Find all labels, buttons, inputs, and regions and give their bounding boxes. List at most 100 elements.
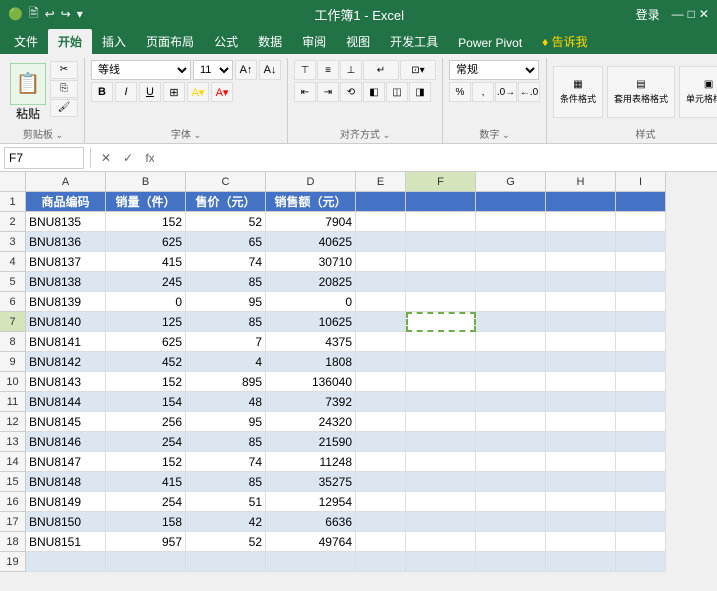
cell-r3-c0[interactable]: BNU8136 [26, 232, 106, 252]
cell-r15-c5[interactable] [406, 472, 476, 492]
cell-r7-c2[interactable]: 85 [186, 312, 266, 332]
cancel-icon[interactable]: ✕ [97, 149, 115, 167]
align-middle-button[interactable]: ≡ [317, 60, 339, 80]
merge-button[interactable]: ⊡▾ [400, 60, 436, 80]
cell-r8-c6[interactable] [476, 332, 546, 352]
tab-file[interactable]: 文件 [4, 29, 48, 54]
cell-r16-c5[interactable] [406, 492, 476, 512]
cell-r4-c8[interactable] [616, 252, 666, 272]
cell-r5-c3[interactable]: 20825 [266, 272, 356, 292]
cell-r4-c0[interactable]: BNU8137 [26, 252, 106, 272]
increase-font-button[interactable]: A↑ [235, 60, 257, 80]
cell-r15-c8[interactable] [616, 472, 666, 492]
cell-r7-c1[interactable]: 125 [106, 312, 186, 332]
tab-insert[interactable]: 插入 [92, 29, 136, 54]
col-header-E[interactable]: E [356, 172, 406, 192]
cell-r4-c1[interactable]: 415 [106, 252, 186, 272]
align-top-button[interactable]: ⊤ [294, 60, 316, 80]
cell-r10-c4[interactable] [356, 372, 406, 392]
cell-r1-c2[interactable]: 售价（元） [186, 192, 266, 212]
cell-r13-c8[interactable] [616, 432, 666, 452]
row-num-12[interactable]: 12 [0, 412, 26, 432]
indent-increase-button[interactable]: ⇥ [317, 82, 339, 102]
cell-r9-c4[interactable] [356, 352, 406, 372]
cell-r7-c7[interactable] [546, 312, 616, 332]
align-center-button[interactable]: ◫ [386, 82, 408, 102]
align-right-button[interactable]: ◨ [409, 82, 431, 102]
cell-r10-c0[interactable]: BNU8143 [26, 372, 106, 392]
row-num-2[interactable]: 2 [0, 212, 26, 232]
cell-r8-c8[interactable] [616, 332, 666, 352]
row-num-15[interactable]: 15 [0, 472, 26, 492]
cell-r6-c7[interactable] [546, 292, 616, 312]
row-num-14[interactable]: 14 [0, 452, 26, 472]
cell-r2-c1[interactable]: 152 [106, 212, 186, 232]
col-header-F[interactable]: F [406, 172, 476, 192]
cell-r9-c3[interactable]: 1808 [266, 352, 356, 372]
cell-r4-c3[interactable]: 30710 [266, 252, 356, 272]
cell-r12-c5[interactable] [406, 412, 476, 432]
row-num-19[interactable]: 19 [0, 552, 26, 572]
cell-r8-c7[interactable] [546, 332, 616, 352]
cell-r1-c8[interactable] [616, 192, 666, 212]
col-header-B[interactable]: B [106, 172, 186, 192]
format-painter-button[interactable]: 🖌 [50, 99, 78, 117]
maximize-button[interactable]: □ [688, 7, 695, 21]
cell-r8-c1[interactable]: 625 [106, 332, 186, 352]
cell-r14-c2[interactable]: 74 [186, 452, 266, 472]
row-num-11[interactable]: 11 [0, 392, 26, 412]
cell-r3-c1[interactable]: 625 [106, 232, 186, 252]
cell-r17-c7[interactable] [546, 512, 616, 532]
tab-home[interactable]: 开始 [48, 29, 92, 54]
cell-r6-c5[interactable] [406, 292, 476, 312]
cell-r8-c2[interactable]: 7 [186, 332, 266, 352]
cell-r18-c0[interactable]: BNU8151 [26, 532, 106, 552]
cell-r17-c5[interactable] [406, 512, 476, 532]
col-header-I[interactable]: I [616, 172, 666, 192]
tab-formula[interactable]: 公式 [204, 29, 248, 54]
cell-r16-c4[interactable] [356, 492, 406, 512]
row-num-9[interactable]: 9 [0, 352, 26, 372]
cell-r19-c4[interactable] [356, 552, 406, 572]
cell-r3-c4[interactable] [356, 232, 406, 252]
cell-r13-c2[interactable]: 85 [186, 432, 266, 452]
cell-r16-c2[interactable]: 51 [186, 492, 266, 512]
number-format-select[interactable]: 常规 [449, 60, 539, 80]
cell-r13-c5[interactable] [406, 432, 476, 452]
quick-access-undo[interactable]: ↩ [45, 7, 55, 21]
cell-r18-c6[interactable] [476, 532, 546, 552]
cell-r2-c8[interactable] [616, 212, 666, 232]
cell-r16-c1[interactable]: 254 [106, 492, 186, 512]
cell-r4-c6[interactable] [476, 252, 546, 272]
quick-access-more[interactable]: ▾ [77, 7, 83, 21]
cell-r11-c1[interactable]: 154 [106, 392, 186, 412]
conditional-format-button[interactable]: ▦ 条件格式 [553, 66, 603, 118]
cell-r7-c3[interactable]: 10625 [266, 312, 356, 332]
row-num-7[interactable]: 7 [0, 312, 26, 332]
col-header-G[interactable]: G [476, 172, 546, 192]
cell-r18-c3[interactable]: 49764 [266, 532, 356, 552]
cell-r12-c6[interactable] [476, 412, 546, 432]
cell-r9-c2[interactable]: 4 [186, 352, 266, 372]
cell-r12-c8[interactable] [616, 412, 666, 432]
fill-color-button[interactable]: A▾ [187, 82, 209, 102]
cell-r5-c1[interactable]: 245 [106, 272, 186, 292]
font-color-button[interactable]: A▾ [211, 82, 233, 102]
cell-r8-c3[interactable]: 4375 [266, 332, 356, 352]
cell-r19-c0[interactable] [26, 552, 106, 572]
cell-r18-c7[interactable] [546, 532, 616, 552]
cell-r2-c5[interactable] [406, 212, 476, 232]
border-button[interactable]: ⊞ [163, 82, 185, 102]
cell-r17-c4[interactable] [356, 512, 406, 532]
cell-r11-c6[interactable] [476, 392, 546, 412]
cell-r9-c8[interactable] [616, 352, 666, 372]
cell-r15-c6[interactable] [476, 472, 546, 492]
cell-r10-c5[interactable] [406, 372, 476, 392]
cell-r12-c4[interactable] [356, 412, 406, 432]
cell-r3-c7[interactable] [546, 232, 616, 252]
cell-r1-c7[interactable] [546, 192, 616, 212]
cell-r17-c2[interactable]: 42 [186, 512, 266, 532]
cell-r17-c0[interactable]: BNU8150 [26, 512, 106, 532]
row-num-10[interactable]: 10 [0, 372, 26, 392]
col-header-H[interactable]: H [546, 172, 616, 192]
